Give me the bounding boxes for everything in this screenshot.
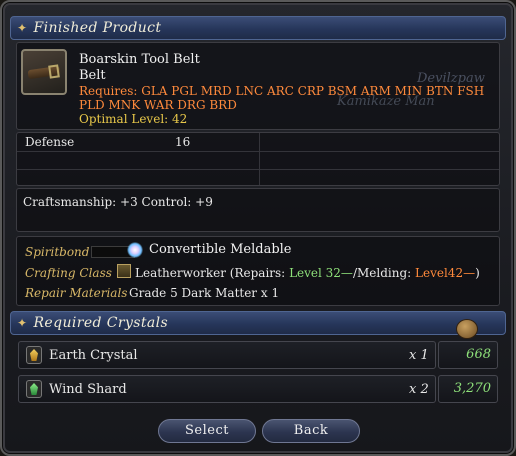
crafting-class-repair-line: Leatherworker (Repairs: Level 32—/Meldin… [135,266,480,280]
meldable-sparkle-icon [127,242,143,258]
wind-shard-icon [26,380,42,398]
spiritbond-label: Spiritbond [25,245,90,259]
crystal-pouch-icon[interactable] [456,319,478,339]
crystal-owned-count: 668 [438,341,498,369]
crystal-name: Earth Crystal [49,348,138,363]
background-player-name-2: Kamikaze Man [337,94,435,109]
required-crystals-title: Required Crystals [33,315,169,331]
close-paren: ) [475,266,480,280]
attribute-table: Defense 16 [16,132,500,186]
crystal-row-main[interactable]: Earth Crystal x 1 [18,341,436,369]
leatherworker-icon [117,264,131,278]
crystal-name: Wind Shard [49,382,127,397]
required-crystals-header: ✦ Required Crystals [10,311,506,335]
select-button[interactable]: Select [158,419,256,443]
crystal-quantity: x 2 [409,382,429,397]
melding-level: Level42— [415,266,476,280]
repair-materials-value: Grade 5 Dark Matter x 1 [129,286,280,300]
crystal-row[interactable]: Wind Shard x 2 3,270 [18,375,498,403]
melding-prefix: /Melding: [352,266,412,280]
defense-value: 16 [175,135,191,149]
finished-product-window: ✦ Finished Product Boarskin Tool Belt Be… [0,0,516,456]
craft-stats: Craftsmanship: +3 Control: +9 [23,195,213,209]
back-button[interactable]: Back [262,419,360,443]
stats-panel: Craftsmanship: +3 Control: +9 [16,188,500,232]
crystal-row-main[interactable]: Wind Shard x 2 [18,375,436,403]
crystal-quantity: x 1 [409,348,429,363]
requires-line-2: PLD MNK WAR DRG BRD [79,98,237,112]
defense-label: Defense [25,135,75,149]
header-diamond-icon: ✦ [17,21,28,35]
repairs-level: Level 32— [289,266,353,280]
repairs-prefix: (Repairs: [229,266,286,280]
background-player-name-1: Devilzpaw [417,71,485,86]
repair-materials-label: Repair Materials [25,286,128,300]
earth-crystal-icon [26,346,42,364]
crystal-owned-count: 3,270 [438,375,498,403]
item-name: Boarskin Tool Belt [79,52,200,67]
crafting-info-panel: Spiritbond Convertible Meldable Crafting… [16,236,500,306]
finished-product-header: ✦ Finished Product [10,16,506,40]
meldable-status: Convertible Meldable [149,242,292,257]
item-type: Belt [79,68,106,83]
crafting-class-label: Crafting Class [25,266,112,280]
crafting-class-name: Leatherworker [135,266,226,280]
header-diamond-icon: ✦ [17,316,28,330]
finished-product-title: Finished Product [33,20,162,36]
optimal-level: Optimal Level: 42 [79,112,188,126]
crystal-row[interactable]: Earth Crystal x 1 668 [18,341,498,369]
item-panel: Boarskin Tool Belt Belt Requires: GLA PG… [16,42,500,130]
belt-item-icon[interactable] [21,49,67,95]
